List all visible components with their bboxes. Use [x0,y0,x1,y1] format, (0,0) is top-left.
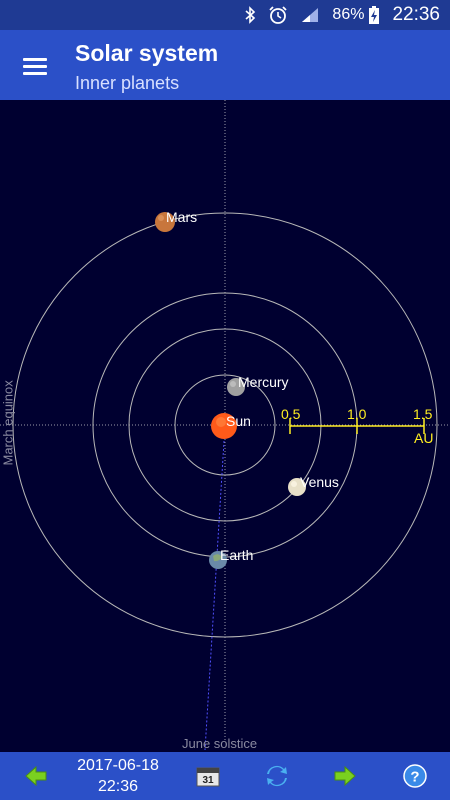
mars-label: Mars [166,209,198,225]
sun-label: Sun [226,413,251,429]
march-equinox-label: March equinox [0,380,16,466]
orbit-diagram [0,100,450,751]
earth-label: Earth [220,547,254,563]
june-solstice-label: June solstice [182,736,258,751]
battery-text: 86% [332,6,365,23]
arrow-right-icon[interactable] [327,760,363,792]
bottom-toolbar: 2017-06-18 22:36 31 ? [0,752,450,800]
help-icon[interactable]: ? [397,760,433,792]
battery-charging-icon [368,5,380,25]
scale-unit: AU [414,430,434,446]
arrow-left-icon[interactable] [18,760,54,792]
signal-icon [300,6,320,24]
status-bar: 86% 22:36 [0,0,450,30]
venus-label: Venus [300,474,339,490]
scale-tick-1-5: 1.5 [413,406,433,422]
svg-text:?: ? [410,769,419,786]
page-subtitle: Inner planets [75,73,180,93]
scale-tick-1-0: 1.0 [347,406,367,422]
date-text: 2017-06-18 [77,757,159,774]
calendar-day-text: 31 [202,775,214,786]
mercury-label: Mercury [238,374,289,390]
solar-system-plot[interactable]: Sun Mercury Venus Earth Mars 0.5 1.0 1.5… [0,100,450,752]
refresh-icon[interactable] [259,760,295,792]
time-text: 22:36 [97,778,139,795]
app-bar: Solar system Inner planets [0,30,450,100]
date-time-display[interactable]: 2017-06-18 22:36 [68,755,168,797]
calendar-icon[interactable]: 31 [190,760,226,792]
alarm-icon [268,5,288,25]
status-time: 22:36 [392,4,440,25]
hamburger-menu-icon[interactable] [14,52,56,80]
scale-tick-0-5: 0.5 [281,406,301,422]
page-title: Solar system [75,40,219,66]
bluetooth-icon [244,6,256,24]
